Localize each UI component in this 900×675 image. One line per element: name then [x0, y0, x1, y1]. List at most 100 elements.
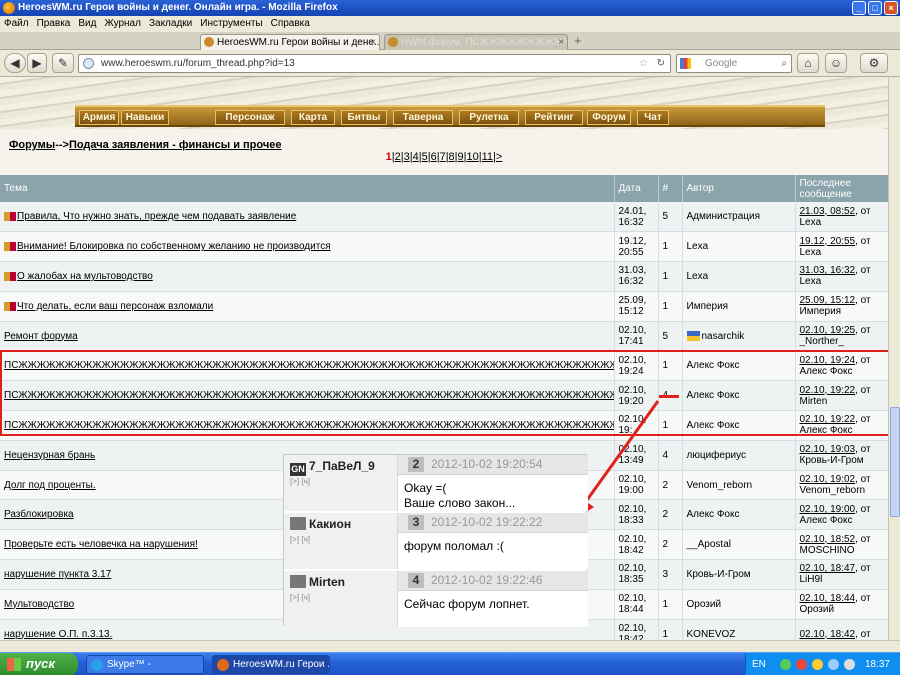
language-indicator[interactable]: EN [752, 653, 766, 675]
menu-help[interactable]: Справка [267, 18, 314, 29]
post-author-name[interactable]: 7_ПаВеЛ_9 [309, 459, 375, 473]
last-post-link[interactable]: 02.10, 19:25 [800, 325, 856, 336]
tray-antivirus-icon[interactable] [796, 659, 807, 670]
last-post-link[interactable]: 02.10, 18:52 [800, 534, 856, 545]
topic-link[interactable]: нарушение пункта 3.17 [4, 569, 111, 580]
last-post-link[interactable]: 02.10, 19:00 [800, 504, 856, 515]
author-name[interactable]: Администрация [687, 211, 761, 222]
nav-tavern[interactable]: Таверна [393, 110, 453, 125]
last-post-link[interactable]: 02.10, 19:22 [800, 414, 856, 425]
author-name[interactable]: Орозий [687, 599, 722, 610]
nav-forum[interactable]: Форум [587, 110, 631, 125]
horizontal-scrollbar[interactable] [0, 640, 900, 652]
topic-link[interactable]: Разблокировка [4, 509, 74, 520]
author-name[interactable]: Lexa [687, 241, 709, 252]
topic-link[interactable]: ПСЖЖЖЖЖЖЖЖЖЖЖЖЖЖЖЖЖЖЖЖЖЖЖЖЖЖЖЖЖЖЖЖЖЖЖЖЖЖ… [4, 360, 613, 371]
tab-forum[interactable]: HWM форум: ПСЖЖЖЖЖЖЖЖЖЖЖЖ... × [384, 34, 568, 50]
nav-rating[interactable]: Рейтинг [525, 110, 583, 125]
nav-army[interactable]: Армия [79, 110, 119, 125]
reload-icon[interactable]: ↻ [657, 55, 665, 72]
author-name[interactable]: Алекс Фокс [687, 420, 740, 431]
author-name[interactable]: Алекс Фокс [687, 509, 740, 520]
author-name[interactable]: __Apostal [687, 539, 731, 550]
post-author-name[interactable]: Mirten [309, 575, 345, 589]
nav-chat[interactable]: Чат [637, 110, 669, 125]
nav-roulette[interactable]: Рулетка [459, 110, 519, 125]
nav-skills[interactable]: Навыки [121, 110, 169, 125]
topic-link[interactable]: Правила, Что нужно знать, прежде чем под… [17, 211, 296, 222]
last-post-link[interactable]: 19.12, 20:55 [800, 236, 856, 247]
nav-character[interactable]: Персонаж [215, 110, 285, 125]
last-post-link[interactable]: 02.10, 19:03 [800, 444, 856, 455]
scroll-thumb[interactable] [890, 407, 900, 517]
minimize-button[interactable]: _ [852, 1, 866, 15]
menu-file[interactable]: Файл [0, 18, 33, 29]
author-name[interactable]: Алекс Фокс [687, 360, 740, 371]
tab-close-icon[interactable]: × [558, 35, 564, 50]
last-post-link[interactable]: 25.09, 15:12 [800, 295, 856, 306]
topic-link[interactable]: ПСЖЖЖЖЖЖЖЖЖЖЖЖЖЖЖЖЖЖЖЖЖЖЖЖЖЖЖЖЖЖЖЖЖЖЖЖЖЖ… [4, 420, 613, 431]
pager-link[interactable]: 11 [482, 151, 493, 163]
close-button[interactable]: × [884, 1, 898, 15]
tab-close-icon[interactable]: × [370, 35, 376, 50]
nav-battles[interactable]: Битвы [341, 110, 387, 125]
author-name[interactable]: Venom_reborn [687, 480, 753, 491]
topic-link[interactable]: Внимание! Блокировка по собственному жел… [17, 241, 331, 252]
last-post-link[interactable]: 02.10, 18:47 [800, 563, 856, 574]
last-post-link[interactable]: 02.10, 19:22 [800, 385, 856, 396]
menu-edit[interactable]: Правка [33, 18, 75, 29]
author-name[interactable]: Империя [687, 301, 729, 312]
post-actions[interactable]: [>] [ч] [290, 477, 310, 486]
last-post-link[interactable]: 02.10, 18:44 [800, 593, 856, 604]
topic-link[interactable]: ПСЖЖЖЖЖЖЖЖЖЖЖЖЖЖЖЖЖЖЖЖЖЖЖЖЖЖЖЖЖЖЖЖЖЖЖЖЖЖ… [4, 390, 613, 401]
breadcrumb-section-link[interactable]: Подача заявления - финансы и прочее [69, 139, 282, 151]
taskbar-firefox[interactable]: HeroesWM.ru Герои ... [212, 655, 330, 674]
post-actions[interactable]: [>] [ч] [290, 535, 310, 544]
topic-link[interactable]: Мультоводство [4, 599, 74, 610]
topic-link[interactable]: Нецензурная брань [4, 450, 95, 461]
menu-view[interactable]: Вид [74, 18, 100, 29]
topic-link[interactable]: Проверьте есть человечка на нарушения! [4, 539, 198, 550]
author-name[interactable]: Кровь-И-Гром [687, 569, 751, 580]
topic-link[interactable]: нарушение О.П. п.3.13. [4, 629, 112, 640]
author-name[interactable]: nasarchik [702, 331, 745, 342]
breadcrumb-forums-link[interactable]: Форумы [9, 139, 55, 151]
last-post-link[interactable]: 31.03, 16:32 [800, 265, 856, 276]
star-icon[interactable]: ☆ [639, 55, 648, 72]
topic-link[interactable]: О жалобах на мультоводство [17, 271, 153, 282]
new-tab-icon[interactable]: + [574, 33, 582, 48]
author-name[interactable]: люцифериус [687, 450, 746, 461]
post-author-name[interactable]: Какион [309, 517, 351, 531]
taskbar-skype[interactable]: Skype™ - [86, 655, 204, 674]
menu-tools[interactable]: Инструменты [196, 18, 266, 29]
last-post-link[interactable]: 02.10, 18:42 [800, 629, 856, 640]
tab-heroeswm[interactable]: HeroesWM.ru Герои войны и дене... × [200, 34, 380, 50]
last-post-link[interactable]: 02.10, 19:24 [800, 355, 856, 366]
post-actions[interactable]: [>] [ч] [290, 593, 310, 602]
menu-history[interactable]: Журнал [100, 18, 145, 29]
topic-link[interactable]: Что делать, если ваш персонаж взломали [17, 301, 213, 312]
tools-icon[interactable]: ⚙ [860, 53, 888, 73]
tray-skype-icon[interactable] [780, 659, 791, 670]
vertical-scrollbar[interactable] [888, 77, 900, 640]
topic-link[interactable]: Долг под проценты. [4, 480, 96, 491]
tray-network-icon[interactable] [812, 659, 823, 670]
addon-icon[interactable]: ☺ [825, 53, 847, 73]
nav-map[interactable]: Карта [291, 110, 335, 125]
key-icon[interactable]: ✎ [52, 53, 74, 73]
url-bar[interactable]: www.heroeswm.ru/forum_thread.php?id=13 ☆… [78, 54, 671, 73]
back-arrow-icon[interactable]: ◀ [4, 53, 26, 73]
last-post-link[interactable]: 21.03, 08:52 [800, 206, 856, 217]
forward-arrow-icon[interactable]: ▶ [27, 53, 47, 73]
home-icon[interactable]: ⌂ [797, 53, 819, 73]
start-button[interactable]: пуск [0, 653, 78, 675]
search-icon[interactable]: ⌕ [781, 55, 787, 72]
search-input[interactable]: Google ⌕ [676, 54, 792, 73]
menu-bookmarks[interactable]: Закладки [145, 18, 196, 29]
author-name[interactable]: Алекс Фокс [687, 390, 740, 401]
pager-next[interactable]: > [496, 151, 502, 163]
author-name[interactable]: Lexa [687, 271, 709, 282]
tray-volume-icon[interactable] [844, 659, 855, 670]
tray-bluetooth-icon[interactable] [828, 659, 839, 670]
maximize-button[interactable]: □ [868, 1, 882, 15]
